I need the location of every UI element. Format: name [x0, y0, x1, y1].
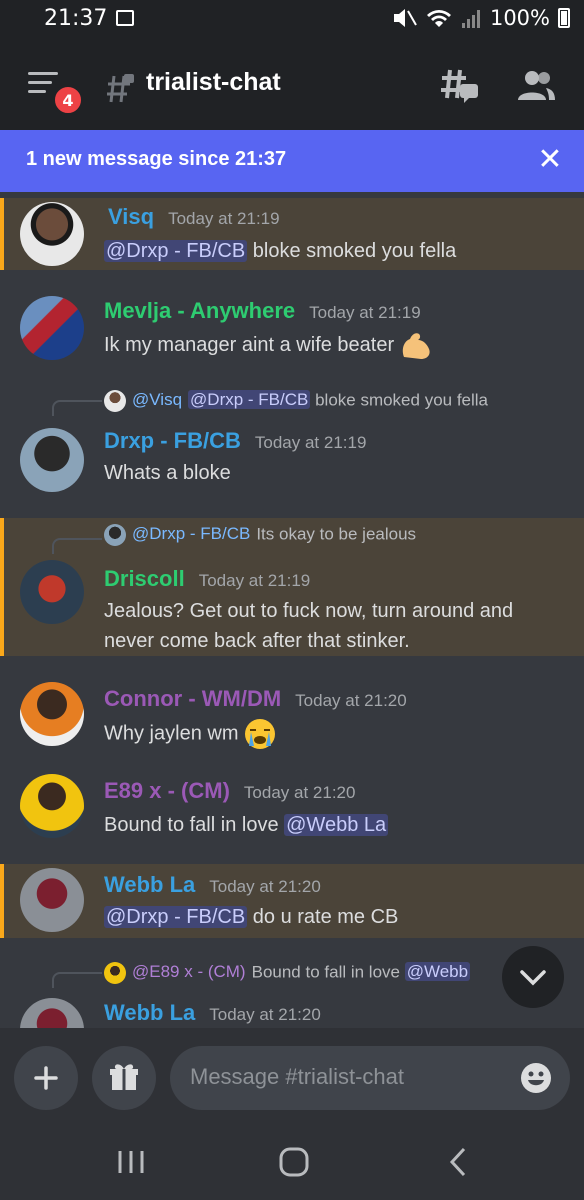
user-mention: @Webb: [404, 962, 471, 982]
avatar[interactable]: [20, 868, 84, 932]
new-messages-banner[interactable]: 1 new message since 21:37 ✕: [0, 130, 584, 192]
message-item: Webb La Today at 21:20 @Drxp - FB/CB do u…: [0, 864, 584, 938]
reply-preview[interactable]: @Visq @Drxp - FB/CB bloke smoked you fell…: [104, 390, 488, 412]
message-input-placeholder: Message #trialist-chat: [190, 1064, 404, 1089]
close-icon[interactable]: ✕: [534, 144, 566, 176]
jump-to-bottom-button[interactable]: [502, 946, 564, 1008]
status-time: 21:37: [44, 6, 108, 31]
timestamp: Today at 21:19: [254, 433, 367, 452]
gift-button[interactable]: [92, 1046, 156, 1110]
username[interactable]: E89 x - (CM) Today at 21:20: [104, 778, 355, 804]
message-text: @Drxp - FB/CB do u rate me CB: [104, 906, 399, 928]
message-item: @Visq @Drxp - FB/CB bloke smoked you fell…: [0, 386, 584, 496]
home-icon[interactable]: [278, 1146, 310, 1178]
timestamp: Today at 21:19: [198, 571, 311, 590]
gallery-notification-icon: [116, 10, 134, 26]
message-item: @E89 x - (CM) Bound to fall in love @Webb…: [0, 958, 584, 1028]
avatar[interactable]: [20, 202, 84, 266]
battery-icon: [558, 8, 570, 28]
timestamp: Today at 21:19: [309, 303, 421, 322]
reply-avatar: [104, 390, 126, 412]
message-text: @Drxp - FB/CB bloke smoked you fella: [104, 240, 457, 262]
timestamp: Today at 21:20: [295, 691, 407, 710]
message-text: Ik my manager aint a wife beater: [104, 330, 434, 361]
new-messages-text: 1 new message since 21:37: [26, 148, 287, 170]
channel-header: 4 trialist-chat: [0, 44, 584, 130]
avatar[interactable]: [20, 682, 84, 746]
reply-connector: [52, 538, 102, 554]
timestamp: Today at 21:19: [168, 209, 280, 228]
chevron-down-icon: [520, 970, 546, 986]
system-navigation-bar: [0, 1122, 584, 1200]
message-input[interactable]: Message #trialist-chat: [170, 1046, 570, 1110]
message-list: Visq Today at 21:19 @Drxp - FB/CB bloke s…: [0, 192, 584, 1028]
reply-avatar: [104, 962, 126, 984]
message-text: Bound to fall in love @Webb La: [104, 814, 389, 836]
message-item: Visq Today at 21:19 @Drxp - FB/CB bloke s…: [0, 198, 584, 270]
username[interactable]: Driscoll Today at 21:19: [104, 566, 310, 592]
username[interactable]: Mevlja - Anywhere Today at 21:19: [104, 298, 421, 324]
channel-name: trialist-chat: [146, 68, 281, 96]
username[interactable]: Drxp - FB/CB Today at 21:19: [104, 428, 366, 454]
message-text: Jealous? Get out to fuck now, turn aroun…: [104, 600, 514, 652]
user-mention: @Drxp - FB/CB: [188, 390, 311, 410]
avatar[interactable]: [20, 998, 84, 1028]
crying-face-emoji: [245, 719, 276, 749]
signal-icon: [461, 10, 480, 28]
user-mention[interactable]: @Drxp - FB/CB: [104, 240, 248, 262]
timestamp: Today at 21:20: [209, 1005, 321, 1024]
username[interactable]: Connor - WM/DM Today at 21:20: [104, 686, 407, 712]
reply-username: @Visq: [132, 390, 183, 410]
recent-apps-icon[interactable]: [116, 1148, 146, 1176]
avatar[interactable]: [20, 560, 84, 624]
battery-text: 100%: [489, 6, 550, 30]
reply-connector: [52, 400, 102, 416]
avatar[interactable]: [20, 296, 84, 360]
reply-preview[interactable]: @Drxp - FB/CB Its okay to be jealous: [104, 524, 416, 546]
message-item: E89 x - (CM) Today at 21:20 Bound to fall…: [0, 768, 584, 852]
reply-connector: [52, 972, 102, 988]
add-attachment-button[interactable]: [14, 1046, 78, 1110]
avatar[interactable]: [20, 774, 84, 838]
timestamp: Today at 21:20: [243, 783, 356, 802]
mute-icon: [393, 9, 417, 27]
gift-icon: [110, 1064, 138, 1090]
user-mention[interactable]: @Drxp - FB/CB: [104, 906, 248, 928]
username[interactable]: Webb La Today at 21:20: [104, 872, 321, 898]
timestamp: Today at 21:20: [209, 877, 321, 896]
notification-badge: 4: [52, 84, 84, 116]
members-icon[interactable]: [516, 68, 556, 104]
reply-username: @Drxp - FB/CB: [132, 524, 251, 544]
flexed-biceps-emoji: [402, 332, 430, 359]
status-bar: 21:37 100%: [0, 0, 584, 44]
emoji-picker-icon[interactable]: [520, 1062, 552, 1094]
message-item: @Drxp - FB/CB Its okay to be jealous Dris…: [0, 518, 584, 656]
message-composer: Message #trialist-chat: [0, 1028, 584, 1122]
message-text: Whats a bloke: [104, 462, 231, 484]
message-item: Connor - WM/DM Today at 21:20 Why jaylen …: [0, 674, 584, 756]
message-item: Mevlja - Anywhere Today at 21:19 Ik my ma…: [0, 288, 584, 368]
wifi-icon: [426, 10, 451, 27]
message-text: Why jaylen wm: [104, 718, 276, 750]
back-icon[interactable]: [444, 1146, 472, 1178]
status-indicators: 100%: [392, 6, 570, 30]
plus-icon: [34, 1066, 58, 1090]
avatar[interactable]: [20, 428, 84, 492]
threads-icon[interactable]: [440, 68, 480, 104]
reply-username: @E89 x - (CM): [132, 962, 246, 982]
user-mention[interactable]: @Webb La: [284, 814, 389, 836]
reply-avatar: [104, 524, 126, 546]
reply-preview[interactable]: @E89 x - (CM) Bound to fall in love @Webb: [104, 962, 471, 984]
username[interactable]: Visq Today at 21:19: [108, 204, 280, 230]
username[interactable]: Webb La Today at 21:20: [104, 1000, 321, 1026]
locked-channel-icon: [107, 74, 134, 103]
